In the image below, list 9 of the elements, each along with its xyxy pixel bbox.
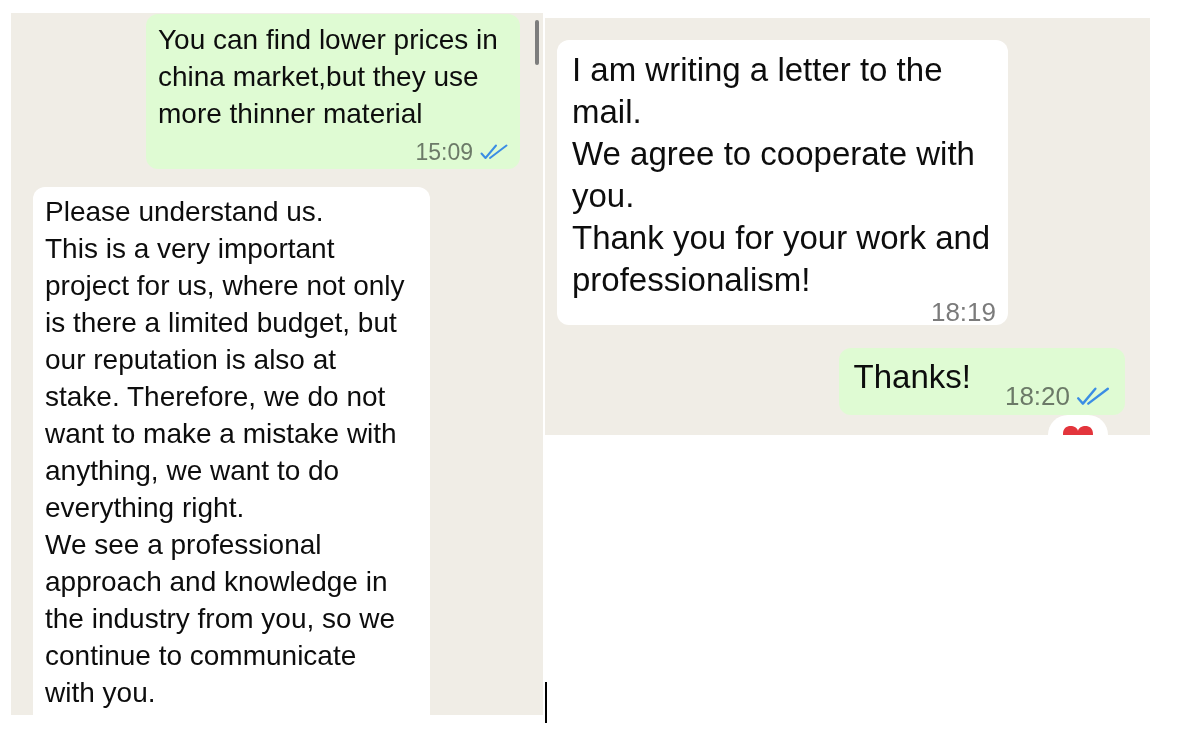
message-text: Please understand us. This is a very important project for us, where not only is there a limited budget, but our reputation is also at stake. Therefore, we do not want to make a mistake with anything, we want to do everything right. We see a professional approach and knowledge in the industry from you, so we continue to communicate with you.	[45, 195, 406, 710]
message-time: 18:19	[930, 301, 996, 323]
message-time: 15:09	[415, 138, 473, 166]
message-text: You can find lower prices in china market,but they use more thinner material	[158, 23, 499, 131]
message-text: Thanks!	[853, 357, 971, 397]
message-time: 18:20	[1004, 382, 1070, 410]
scroll-indicator	[535, 20, 539, 65]
message-text: I am writing a letter to the mail. We agree to cooperate with you. Thank you for your work and professionalism!	[572, 50, 992, 300]
vertical-rule	[545, 682, 547, 723]
